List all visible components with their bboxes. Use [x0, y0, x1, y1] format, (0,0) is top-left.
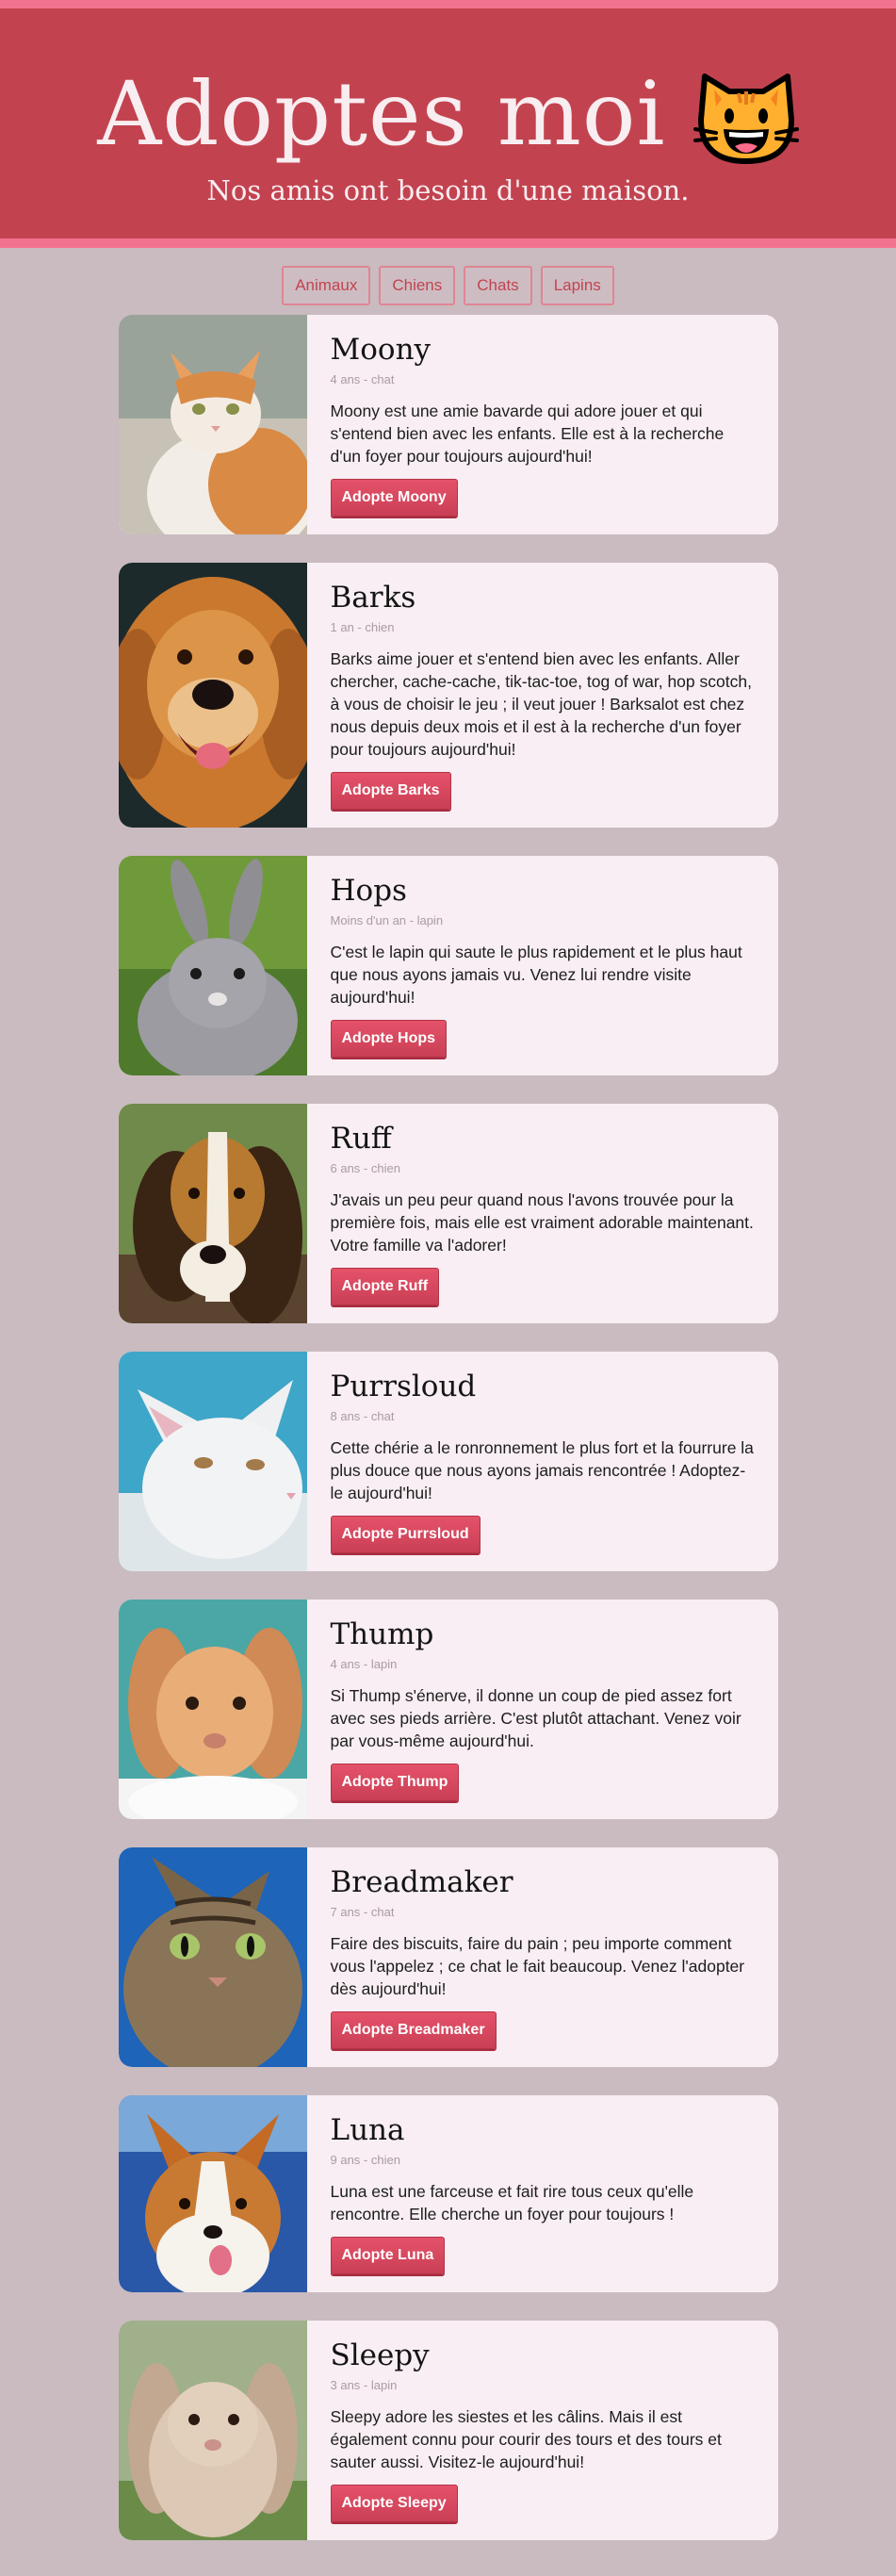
page-title: Adoptes moi: [97, 63, 666, 166]
pet-description: Si Thump s'énerve, il donne un coup de p…: [330, 1685, 741, 1750]
filter-animaux-button[interactable]: Animaux: [282, 266, 371, 305]
pet-card-sleepy: Sleepy 3 ans - lapin Sleepy adore les si…: [118, 2321, 778, 2540]
pet-name: Barks: [330, 581, 416, 615]
category-filter-nav: Animaux Chiens Chats Lapins: [0, 266, 896, 305]
pet-card-thump: Thump 4 ans - lapin Si Thump s'énerve, i…: [118, 1600, 778, 1819]
adopt-button[interactable]: Adopte Barks: [330, 771, 451, 810]
pet-photo-white-cat: [118, 1352, 307, 1571]
pet-list: Moony 4 ans - chat Moony est une amie ba…: [0, 315, 896, 2540]
pet-card-breadmaker: Breadmaker 7 ans - chat Faire des biscui…: [118, 1847, 778, 2067]
filter-lapins-button[interactable]: Lapins: [540, 266, 614, 305]
page-subtitle: Nos amis ont besoin d'une maison.: [206, 174, 690, 206]
pet-meta: 1 an - chien: [330, 619, 395, 634]
pet-description: C'est le lapin qui saute le plus rapidem…: [330, 942, 742, 1007]
pet-description: Faire des biscuits, faire du pain ; peu …: [330, 1933, 745, 1998]
pet-meta: 6 ans - chien: [330, 1160, 400, 1175]
pet-card-hops: Hops Moins d'un an - lapin C'est le lapi…: [118, 856, 778, 1075]
pet-description: Cette chérie a le ronronnement le plus f…: [330, 1437, 754, 1502]
pet-photo-grey-rabbit: [118, 856, 307, 1075]
pet-card-ruff: Ruff 6 ans - chien J'avais un peu peur q…: [118, 1104, 778, 1323]
pet-description: Sleepy adore les siestes et les câlins. …: [330, 2406, 722, 2471]
pet-card-luna: Luna 9 ans - chien Luna est une farceuse…: [118, 2095, 778, 2292]
pet-meta: 9 ans - chien: [330, 2152, 400, 2167]
adopt-button[interactable]: Adopte Sleepy: [330, 2484, 458, 2522]
filter-chiens-button[interactable]: Chiens: [379, 266, 456, 305]
smiling-cat-face-icon: [692, 63, 799, 172]
header-bottom-stripe: [0, 238, 896, 248]
pet-name: Purrsloud: [330, 1370, 477, 1403]
pet-description: Moony est une amie bavarde qui adore jou…: [330, 401, 725, 466]
pet-meta: 8 ans - chat: [330, 1408, 395, 1423]
pet-photo-basset-hound: [118, 1104, 307, 1323]
pet-photo-golden-retriever: [118, 563, 307, 828]
title-row: Adoptes moi: [0, 57, 896, 172]
pet-photo-orange-rabbit: [118, 1600, 307, 1819]
adopt-button[interactable]: Adopte Hops: [330, 1019, 448, 1058]
pet-photo-tabby-cat: [118, 1847, 307, 2067]
adopt-button[interactable]: Adopte Purrsloud: [330, 1515, 481, 1553]
pet-meta: 4 ans - chat: [330, 371, 395, 386]
pet-name: Ruff: [330, 1122, 392, 1156]
adopt-button[interactable]: Adopte Moony: [330, 478, 458, 517]
pet-description: J'avais un peu peur quand nous l'avons t…: [330, 1190, 754, 1255]
pet-name: Luna: [330, 2113, 405, 2147]
pet-card-moony: Moony 4 ans - chat Moony est une amie ba…: [118, 315, 778, 534]
pet-meta: 7 ans - chat: [330, 1904, 395, 1919]
adopt-button[interactable]: Adopte Ruff: [330, 1267, 440, 1305]
pet-meta: 4 ans - lapin: [330, 1656, 398, 1671]
pet-photo-orange-white-cat: [118, 315, 307, 534]
pet-meta: 3 ans - lapin: [330, 2377, 398, 2392]
pet-name: Moony: [330, 333, 432, 367]
header-top-stripe: [0, 0, 896, 8]
pet-name: Breadmaker: [330, 1865, 513, 1899]
pet-name: Thump: [330, 1617, 434, 1651]
pet-description: Barks aime jouer et s'entend bien avec l…: [330, 648, 752, 759]
pet-card-barks: Barks 1 an - chien Barks aime jouer et s…: [118, 563, 778, 828]
pet-photo-lop-rabbit: [118, 2321, 307, 2540]
adopt-button[interactable]: Adopte Breadmaker: [330, 2010, 497, 2049]
pet-name: Sleepy: [330, 2338, 430, 2372]
pet-card-purrsloud: Purrsloud 8 ans - chat Cette chérie a le…: [118, 1352, 778, 1571]
filter-chats-button[interactable]: Chats: [464, 266, 532, 305]
page-header: Adoptes moi Nos amis ont besoin d'une ma…: [0, 8, 896, 238]
adopt-button[interactable]: Adopte Thump: [330, 1763, 460, 1801]
pet-meta: Moins d'un an - lapin: [330, 912, 444, 927]
pet-photo-corgi: [118, 2095, 307, 2292]
pet-name: Hops: [330, 874, 407, 908]
pet-description: Luna est une farceuse et fait rire tous …: [330, 2181, 694, 2223]
adopt-button[interactable]: Adopte Luna: [330, 2236, 446, 2274]
